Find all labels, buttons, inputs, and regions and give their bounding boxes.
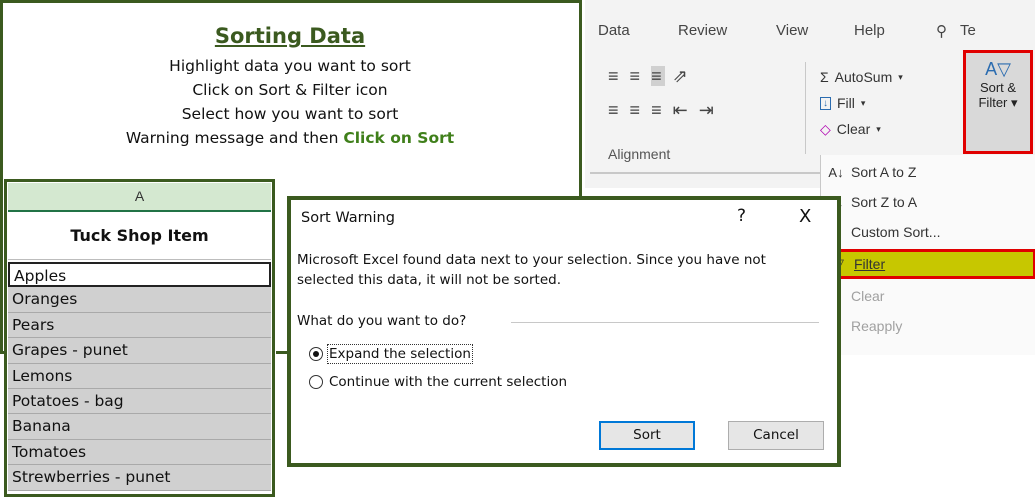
instruction-prefix: Warning message and then [125,129,344,147]
instruction-line: Highlight data you want to sort [169,57,411,75]
alignment-group-label: Alignment [608,146,671,162]
sort-filter-label-1: Sort & [979,80,1017,95]
fill-label: Fill [837,95,855,111]
table-row[interactable]: Lemons [8,363,271,389]
menu-item-label: Custom Sort... [851,224,941,240]
alignment-row-top: ≡ ≡ ≡ ⇗ [608,66,788,100]
ribbon-tabs: Data Review View Help ⚲ Te [598,22,1035,44]
dialog-message-line: selected this data, it will not be sorte… [297,272,561,288]
search-partial-text[interactable]: Te [960,22,976,39]
tab-help[interactable]: Help [854,22,885,39]
close-button[interactable]: X [799,206,811,227]
table-row[interactable]: Banana [8,414,271,440]
option-continue-selection[interactable]: Continue with the current selection [309,374,567,390]
group-divider [511,322,819,323]
sort-filter-menu: A↓ Sort A to Z Z↓Sort Z to A ▦Custom Sort… [820,155,1035,355]
menu-item-filter[interactable]: ▽Filter [821,249,1035,279]
header-cell[interactable]: Tuck Shop Item [8,212,271,260]
option-continue-label: Continue with the current selection [329,374,568,390]
fill-button[interactable]: ↓ Fill ▾ [820,90,903,116]
align-top-icon[interactable]: ≡ [608,66,622,86]
table-row[interactable]: Pears [8,312,271,339]
dialog-question: What do you want to do? [297,313,467,329]
menu-item-custom-sort[interactable]: ▦Custom Sort... [821,217,1035,247]
column-header-a[interactable]: A [8,183,271,212]
editing-group: Σ AutoSum ▾ ↓ Fill ▾ ◇ Clear ▾ [820,64,903,142]
help-button[interactable]: ? [737,206,746,226]
cancel-button[interactable]: Cancel [728,421,824,450]
menu-item-sort-a-to-z[interactable]: A↓ Sort A to Z [821,157,1035,187]
data-rows: Apples Oranges Pears Grapes - punet Lemo… [8,262,271,491]
instructions-title: Sorting Data [214,24,366,48]
group-separator [805,62,806,154]
table-row[interactable]: Grapes - punet [8,338,271,364]
option-expand-label: Expand the selection [327,344,473,364]
sort-az-icon: A↓ [828,164,844,180]
tab-data[interactable]: Data [598,22,630,39]
dialog-title: Sort Warning [301,210,395,226]
clear-button[interactable]: ◇ Clear ▾ [820,116,903,142]
decrease-indent-icon[interactable]: ⇤ [673,100,691,120]
fill-down-icon: ↓ [820,96,831,110]
radio-button-selected[interactable] [309,347,323,361]
sort-filter-button[interactable]: A▽ Sort & Filter ▾ [963,50,1033,154]
search-icon[interactable]: ⚲ [936,22,947,40]
autosum-button[interactable]: Σ AutoSum ▾ [820,64,903,90]
instruction-line: Click on Sort & Filter icon [192,81,388,99]
table-row[interactable]: Tomatoes [8,439,271,466]
radio-button[interactable] [309,375,323,389]
align-left-icon[interactable]: ≡ [608,100,622,120]
instruction-emphasis: Click on Sort [343,129,455,147]
align-right-icon[interactable]: ≡ [651,100,665,120]
chevron-down-icon: ▾ [898,71,903,82]
sort-filter-label-2: Filter ▾ [978,95,1018,110]
clear-label: Clear [836,121,871,137]
chevron-down-icon: ▾ [860,97,866,108]
table-row[interactable]: Strewberries - punet [8,465,271,491]
menu-item-clear[interactable]: ▽Clear [821,281,1035,311]
menu-item-label: Sort Z to A [851,194,918,210]
tab-review[interactable]: Review [678,22,727,39]
instruction-line: Select how you want to sort [181,105,399,123]
tab-view[interactable]: View [776,22,808,39]
chevron-down-icon: ▾ [876,123,881,134]
menu-item-label: Sort A to Z [851,164,917,180]
instructions-block: Sorting Data Highlight data you want to … [0,24,580,150]
align-middle-icon[interactable]: ≡ [630,66,644,86]
dialog-message: Microsoft Excel found data next to your … [297,250,837,290]
alignment-row-bottom: ≡ ≡ ≡ ⇤ ⇥ [608,100,788,134]
align-bottom-icon[interactable]: ≡ [651,66,665,86]
menu-item-reapply[interactable]: ↻Reapply [821,311,1035,341]
table-row[interactable]: Oranges [8,287,271,313]
sort-warning-dialog: Sort Warning ? X Microsoft Excel found d… [287,196,841,467]
orientation-icon[interactable]: ⇗ [673,66,691,86]
sigma-icon: Σ [820,69,829,85]
menu-item-sort-z-to-a[interactable]: Z↓Sort Z to A [821,187,1035,217]
dialog-message-line: Microsoft Excel found data next to your … [297,252,766,268]
eraser-icon: ◇ [820,120,831,137]
table-row[interactable]: Potatoes - bag [8,388,271,415]
option-expand-selection[interactable]: Expand the selection [309,344,473,364]
table-row[interactable]: Apples [8,262,271,288]
sort-button[interactable]: Sort [599,421,695,450]
autosum-label: AutoSum [834,69,893,85]
increase-indent-icon[interactable]: ⇥ [699,100,717,120]
menu-item-label: Reapply [851,318,903,334]
menu-item-label: Filter [854,256,886,272]
menu-item-label: Clear [851,288,885,304]
align-center-icon[interactable]: ≡ [630,100,644,120]
instruction-line-final: Warning message and then Click on Sort [0,126,580,150]
alignment-group: ≡ ≡ ≡ ⇗ ≡ ≡ ≡ ⇤ ⇥ [608,66,788,141]
sort-filter-icon: A▽ [985,59,1011,79]
